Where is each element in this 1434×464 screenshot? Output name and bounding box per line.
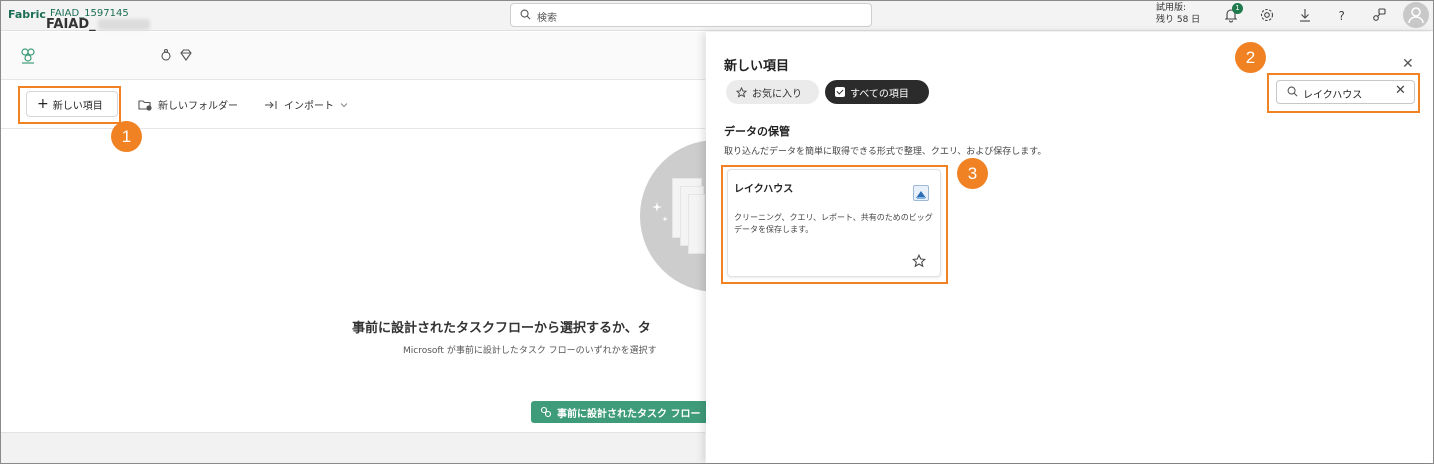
illustration-sheet (688, 194, 705, 254)
task-flow-icon (540, 406, 552, 418)
svg-text:?: ? (1339, 9, 1345, 23)
help-icon[interactable]: ? (1333, 6, 1351, 24)
highlight-new-item (18, 86, 121, 124)
workspace-identity-icon[interactable] (159, 48, 173, 62)
checkbox-checked-icon (835, 87, 845, 97)
workspace-header (1, 32, 705, 80)
filter-favorites-label: お気に入り (752, 88, 802, 100)
new-folder-button[interactable]: 新しいフォルダー (138, 97, 238, 112)
notification-badge: 1 (1232, 3, 1243, 14)
gear-icon[interactable] (1258, 6, 1276, 24)
workspace-icon (21, 48, 35, 64)
panel-title: 新しい項目 (724, 59, 790, 74)
trial-label: 試用版: (1156, 3, 1187, 13)
close-icon[interactable]: ✕ (1402, 56, 1414, 72)
star-outline-icon (736, 86, 747, 98)
share-feedback-icon[interactable] (1370, 6, 1388, 24)
empty-state-subtitle: Microsoft が事前に設計したタスク フローのいずれかを選択す (403, 346, 657, 356)
section-title: データの保管 (724, 125, 790, 138)
import-button[interactable]: インポート (264, 97, 348, 112)
filter-all-items[interactable]: すべての項目 (825, 80, 929, 104)
import-label: インポート (284, 101, 334, 112)
section-description: 取り込んだデータを簡単に取得できる形式で整理、クエリ、および保存します。 (724, 147, 1047, 157)
new-folder-label: 新しいフォルダー (158, 101, 238, 112)
step-number-3: 3 (957, 158, 988, 189)
empty-state-title: 事前に設計されたタスクフローから選択するか、タ (352, 321, 651, 336)
folder-add-icon (138, 100, 152, 111)
sparkle-icon (662, 216, 668, 222)
highlight-search (1267, 73, 1420, 113)
global-search-input[interactable]: 検索 (510, 3, 872, 27)
redacted-text (98, 19, 150, 30)
workspace-footer (1, 432, 705, 463)
task-flow-button[interactable]: 事前に設計されたタスク フロー (531, 401, 711, 423)
trial-status[interactable]: 試用版: 残り 58 日 (1156, 2, 1200, 26)
workspace-title: FAIAD_ (46, 17, 96, 32)
person-icon (1408, 7, 1424, 24)
search-icon (520, 9, 531, 20)
search-placeholder: 検索 (537, 13, 557, 24)
import-arrow-icon (265, 100, 277, 109)
workspace-empty-area (1, 130, 705, 432)
download-icon[interactable] (1296, 6, 1314, 24)
task-flow-label: 事前に設計されたタスク フロー (557, 408, 701, 420)
highlight-lakehouse-card (721, 165, 948, 284)
step-number-2: 2 (1235, 42, 1266, 73)
step-number-1: 1 (111, 121, 142, 152)
diamond-icon[interactable] (179, 48, 193, 62)
chevron-down-icon (340, 102, 348, 107)
filter-all-items-label: すべての項目 (850, 88, 909, 100)
user-avatar[interactable] (1403, 2, 1429, 28)
fabric-logo[interactable]: Fabric (8, 8, 46, 21)
filter-favorites[interactable]: お気に入り (726, 80, 819, 104)
sparkle-icon (652, 202, 662, 212)
trial-remaining: 残り 58 日 (1156, 15, 1201, 25)
